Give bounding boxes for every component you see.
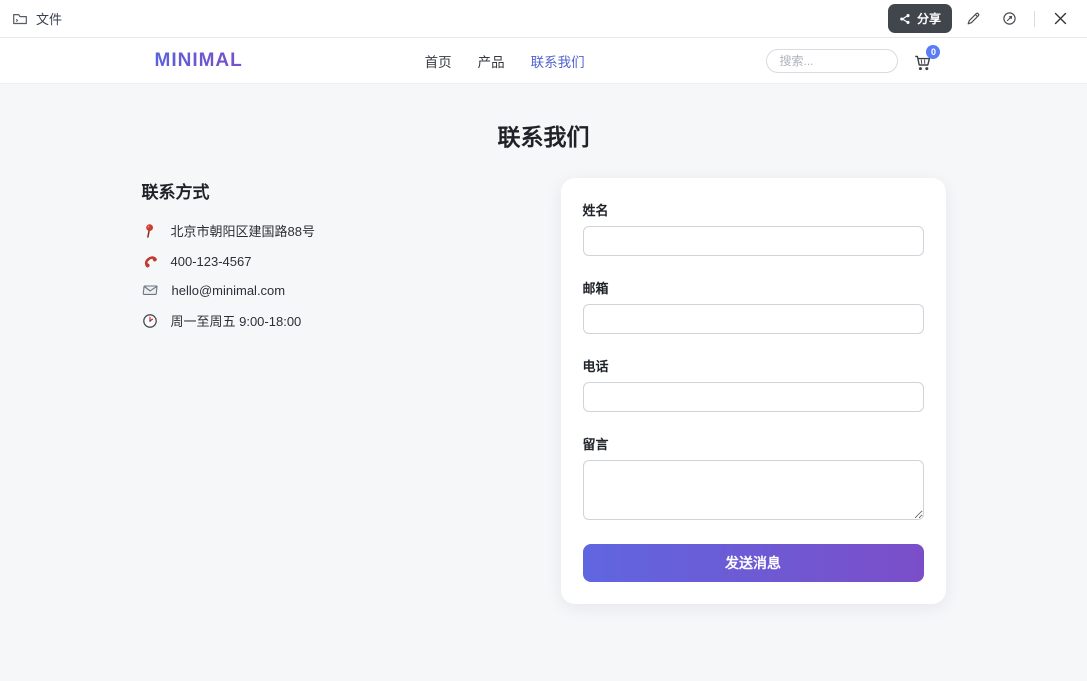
- edit-button[interactable]: [958, 5, 988, 33]
- nav-item-home[interactable]: 首页: [425, 51, 452, 71]
- compass-icon: [1002, 11, 1017, 26]
- message-field-label: 留言: [583, 434, 924, 453]
- page-content: 联系我们 联系方式 北京市朝阳区建国路88号 400-123-4567: [0, 84, 1087, 604]
- search-input[interactable]: [766, 49, 898, 73]
- contact-info-heading: 联系方式: [142, 178, 533, 203]
- nav-item-contact[interactable]: 联系我们: [531, 51, 585, 71]
- contact-info-section: 联系方式 北京市朝阳区建国路88号 400-123-4567 hello@min…: [142, 178, 533, 343]
- email-field-label: 邮箱: [583, 278, 924, 297]
- contact-item-email: hello@minimal.com: [142, 282, 533, 298]
- close-icon: [1054, 12, 1067, 25]
- contact-form-card: 姓名 邮箱 电话 留言 发送消息: [561, 178, 946, 604]
- brand-logo[interactable]: MINIMAL: [155, 50, 243, 72]
- window-titlebar: 文件 分享: [0, 0, 1087, 38]
- envelope-icon: [142, 282, 159, 298]
- compass-button[interactable]: [994, 5, 1024, 33]
- share-button[interactable]: 分享: [888, 4, 952, 33]
- contact-item-phone: 400-123-4567: [142, 253, 533, 269]
- pencil-icon: [966, 11, 981, 26]
- close-button[interactable]: [1045, 5, 1075, 33]
- page-title: 联系我们: [0, 118, 1087, 152]
- topbar-divider: [1034, 11, 1035, 27]
- contact-email-text: hello@minimal.com: [172, 283, 286, 298]
- name-field[interactable]: [583, 226, 924, 256]
- clock-icon: [142, 313, 158, 329]
- contact-item-address: 北京市朝阳区建国路88号: [142, 221, 533, 240]
- share-button-label: 分享: [917, 10, 941, 27]
- phone-field[interactable]: [583, 382, 924, 412]
- send-message-button[interactable]: 发送消息: [583, 544, 924, 582]
- contact-address-text: 北京市朝阳区建国路88号: [171, 221, 315, 240]
- cart-button[interactable]: 0: [914, 54, 932, 72]
- contact-phone-text: 400-123-4567: [171, 254, 252, 269]
- name-field-label: 姓名: [583, 200, 924, 219]
- folder-icon: [12, 11, 28, 27]
- cart-count-badge: 0: [926, 45, 940, 59]
- location-pin-icon: [142, 223, 158, 239]
- nav-item-products[interactable]: 产品: [478, 51, 505, 71]
- phone-field-label: 电话: [583, 356, 924, 375]
- main-nav: 首页 产品 联系我们: [425, 51, 585, 71]
- email-field[interactable]: [583, 304, 924, 334]
- share-icon: [899, 13, 911, 25]
- contact-item-hours: 周一至周五 9:00-18:00: [142, 311, 533, 330]
- site-header: MINIMAL 首页 产品 联系我们 0: [0, 38, 1087, 84]
- contact-hours-text: 周一至周五 9:00-18:00: [171, 311, 302, 330]
- phone-icon: [142, 253, 158, 269]
- message-field[interactable]: [583, 460, 924, 520]
- file-menu-label[interactable]: 文件: [36, 9, 62, 28]
